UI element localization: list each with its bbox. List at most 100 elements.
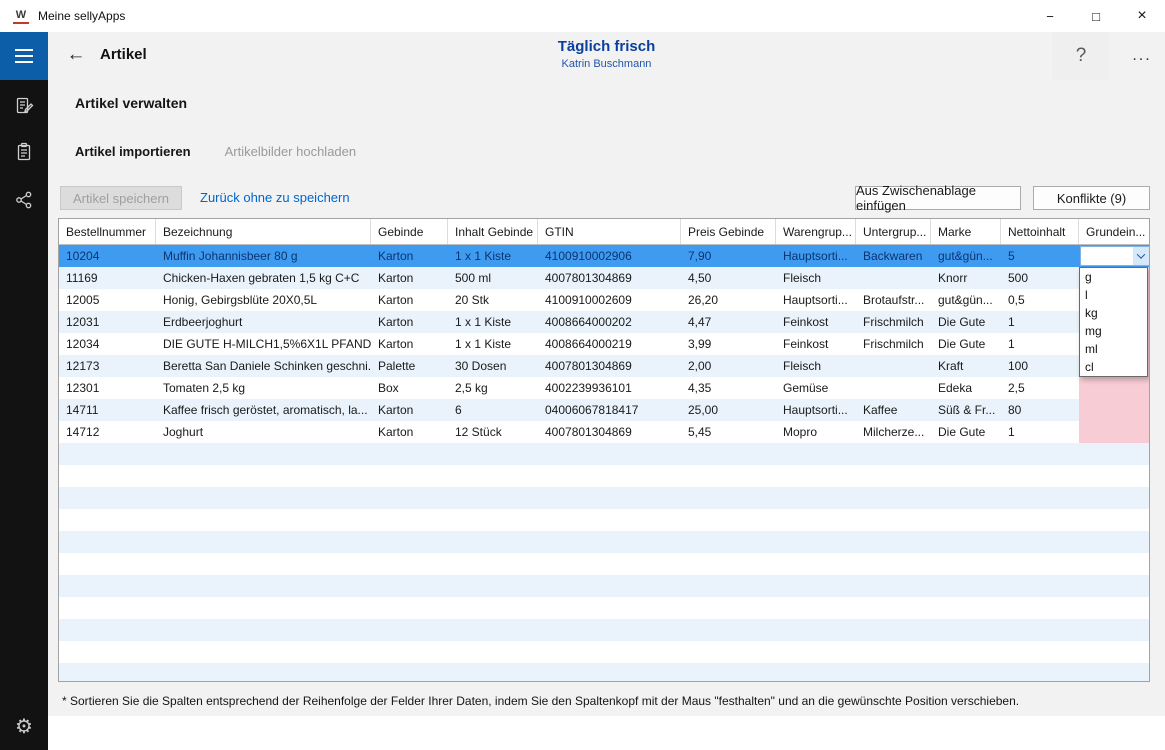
table-row[interactable]: 14712JoghurtKarton12 Stück40078013048695… [59, 421, 1149, 443]
table-cell[interactable] [1079, 377, 1150, 399]
tab-artikelbilder-hochladen[interactable]: Artikelbilder hochladen [225, 144, 357, 159]
table-cell[interactable]: Chicken-Haxen gebraten 1,5 kg C+C [156, 267, 371, 289]
table-cell[interactable]: Mopro [776, 421, 856, 443]
maximize-button[interactable]: □ [1073, 0, 1119, 32]
table-cell[interactable] [1079, 421, 1150, 443]
table-cell[interactable]: 1 [1001, 333, 1079, 355]
table-cell[interactable]: DIE GUTE H-MILCH1,5%6X1L PFAND [156, 333, 371, 355]
table-cell[interactable] [856, 355, 931, 377]
help-button[interactable]: ? [1052, 32, 1110, 80]
table-cell[interactable]: 1 x 1 Kiste [448, 333, 538, 355]
dropdown-option[interactable]: ml [1080, 340, 1147, 358]
table-cell[interactable]: 4100910002906 [538, 245, 681, 267]
table-cell[interactable]: 4100910002609 [538, 289, 681, 311]
table-cell[interactable]: Gemüse [776, 377, 856, 399]
table-cell[interactable]: 80 [1001, 399, 1079, 421]
table-cell[interactable]: Frischmilch [856, 311, 931, 333]
table-cell[interactable]: Backwaren [856, 245, 931, 267]
table-row[interactable]: 12031ErdbeerjoghurtKarton1 x 1 Kiste4008… [59, 311, 1149, 333]
table-cell[interactable]: Knorr [931, 267, 1001, 289]
table-cell[interactable]: 3,99 [681, 333, 776, 355]
table-cell[interactable]: 12 Stück [448, 421, 538, 443]
table-cell[interactable]: Erdbeerjoghurt [156, 311, 371, 333]
table-cell[interactable]: 2,5 [1001, 377, 1079, 399]
table-cell[interactable]: Joghurt [156, 421, 371, 443]
column-header[interactable]: GTIN [538, 219, 681, 244]
table-cell[interactable]: Karton [371, 333, 448, 355]
table-cell[interactable]: 500 ml [448, 267, 538, 289]
table-cell[interactable]: 5,45 [681, 421, 776, 443]
dropdown-option[interactable]: l [1080, 286, 1147, 304]
dropdown-option[interactable]: mg [1080, 322, 1147, 340]
table-cell[interactable]: gut&gün... [931, 245, 1001, 267]
table-cell[interactable]: Hauptsorti... [776, 289, 856, 311]
table-cell[interactable]: Die Gute [931, 311, 1001, 333]
table-cell[interactable]: 4007801304869 [538, 267, 681, 289]
table-cell[interactable]: 14712 [59, 421, 156, 443]
table-cell[interactable]: 4,47 [681, 311, 776, 333]
table-cell[interactable]: Fleisch [776, 267, 856, 289]
table-cell[interactable] [1079, 245, 1150, 267]
table-cell[interactable]: Süß & Fr... [931, 399, 1001, 421]
table-cell[interactable]: 12301 [59, 377, 156, 399]
column-header[interactable]: Warengrup... [776, 219, 856, 244]
table-cell[interactable]: Karton [371, 245, 448, 267]
column-header[interactable]: Bezeichnung [156, 219, 371, 244]
more-button[interactable]: ... [1124, 34, 1160, 78]
table-cell[interactable]: 26,20 [681, 289, 776, 311]
column-header[interactable]: Nettoinhalt [1001, 219, 1079, 244]
table-cell[interactable]: 1 [1001, 311, 1079, 333]
table-cell[interactable]: Die Gute [931, 421, 1001, 443]
table-cell[interactable]: Karton [371, 289, 448, 311]
table-cell[interactable]: 1 [1001, 421, 1079, 443]
table-cell[interactable]: 0,5 [1001, 289, 1079, 311]
table-cell[interactable]: 14711 [59, 399, 156, 421]
tab-artikel-importieren[interactable]: Artikel importieren [75, 144, 191, 159]
table-cell[interactable]: 2,5 kg [448, 377, 538, 399]
table-cell[interactable]: Box [371, 377, 448, 399]
table-cell[interactable]: Karton [371, 421, 448, 443]
sidebar-item-share[interactable] [0, 178, 48, 222]
table-cell[interactable]: Muffin Johannisbeer 80 g [156, 245, 371, 267]
column-header[interactable]: Preis Gebinde [681, 219, 776, 244]
table-cell[interactable] [856, 267, 931, 289]
table-cell[interactable]: 12034 [59, 333, 156, 355]
table-cell[interactable]: 1 x 1 Kiste [448, 311, 538, 333]
save-button[interactable]: Artikel speichern [60, 186, 182, 210]
table-cell[interactable]: 4007801304869 [538, 355, 681, 377]
column-header[interactable]: Grundein... [1079, 219, 1150, 244]
table-cell[interactable]: Tomaten 2,5 kg [156, 377, 371, 399]
table-cell[interactable]: Karton [371, 267, 448, 289]
dropdown-option[interactable]: cl [1080, 358, 1147, 376]
table-cell[interactable]: Frischmilch [856, 333, 931, 355]
table-row[interactable]: 10204Muffin Johannisbeer 80 gKarton1 x 1… [59, 245, 1149, 267]
table-cell[interactable]: Hauptsorti... [776, 399, 856, 421]
table-cell[interactable]: 4008664000202 [538, 311, 681, 333]
table-cell[interactable]: 25,00 [681, 399, 776, 421]
table-cell[interactable]: 7,90 [681, 245, 776, 267]
table-cell[interactable]: 12005 [59, 289, 156, 311]
table-cell[interactable]: Brotaufstr... [856, 289, 931, 311]
table-cell[interactable]: 12173 [59, 355, 156, 377]
table-cell[interactable]: 5 [1001, 245, 1079, 267]
paste-from-clipboard-button[interactable]: Aus Zwischenablage einfügen [855, 186, 1021, 210]
table-cell[interactable]: 500 [1001, 267, 1079, 289]
table-cell[interactable]: 12031 [59, 311, 156, 333]
column-header[interactable]: Inhalt Gebinde [448, 219, 538, 244]
table-cell[interactable]: 04006067818417 [538, 399, 681, 421]
sidebar-item-stammdaten[interactable] [0, 84, 48, 128]
column-header[interactable]: Bestellnummer [59, 219, 156, 244]
table-cell[interactable]: Karton [371, 311, 448, 333]
table-cell[interactable]: Beretta San Daniele Schinken geschni... [156, 355, 371, 377]
table-cell[interactable]: Milcherze... [856, 421, 931, 443]
table-cell[interactable]: Fleisch [776, 355, 856, 377]
table-cell[interactable]: 4,50 [681, 267, 776, 289]
table-cell[interactable]: 100 [1001, 355, 1079, 377]
hamburger-button[interactable] [0, 32, 48, 80]
table-cell[interactable]: Hauptsorti... [776, 245, 856, 267]
sidebar-item-artikel[interactable] [0, 130, 48, 174]
column-header[interactable]: Untergrup... [856, 219, 931, 244]
table-cell[interactable] [1079, 399, 1150, 421]
table-cell[interactable]: 1 x 1 Kiste [448, 245, 538, 267]
table-cell[interactable]: Palette [371, 355, 448, 377]
